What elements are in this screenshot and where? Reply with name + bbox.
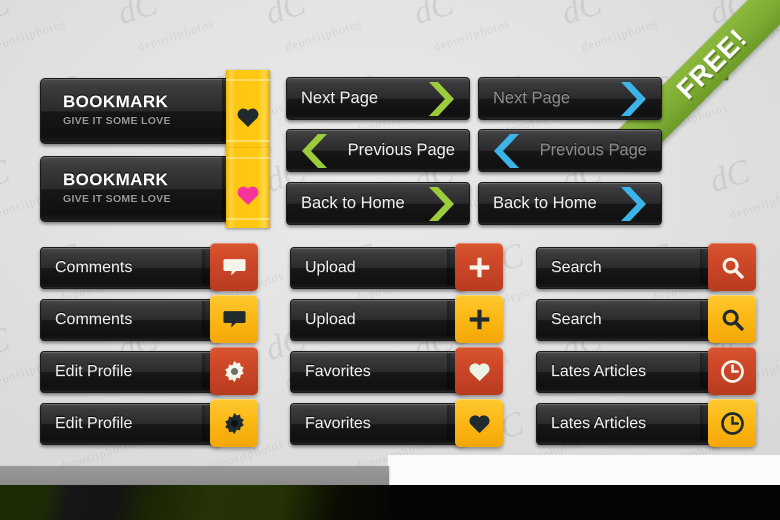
- bookmark-ribbon-line-bottom: [226, 140, 270, 142]
- icon-button-tab[interactable]: [455, 347, 503, 395]
- bookmark-title: BOOKMARK: [63, 170, 169, 189]
- icon-button-body: Upload: [290, 299, 467, 341]
- speech-bubble-icon: [222, 307, 247, 332]
- speech-bubble-icon: [222, 255, 247, 280]
- nav-button[interactable]: Next Page: [286, 77, 470, 120]
- icon-button-label: Search: [551, 259, 602, 276]
- nav-button-label: Next Page: [301, 89, 379, 107]
- chevron-right-icon: [427, 79, 461, 119]
- icon-button[interactable]: Lates Articles: [536, 399, 756, 447]
- icon-button-body: Edit Profile: [40, 403, 222, 445]
- nav-button[interactable]: Back to Home: [478, 182, 662, 225]
- nav-button-label: Next Page: [493, 89, 571, 107]
- chevron-right-icon: [619, 184, 653, 224]
- icon-button-body: Edit Profile: [40, 351, 222, 393]
- nav-button-label: Previous Page: [347, 141, 455, 159]
- magnifier-icon: [720, 255, 745, 280]
- icon-button[interactable]: Upload: [290, 295, 503, 343]
- background-bottom-green: [0, 485, 389, 520]
- nav-button[interactable]: Previous Page: [286, 129, 470, 172]
- nav-button[interactable]: Next Page: [478, 77, 662, 120]
- icon-button[interactable]: Comments: [40, 295, 258, 343]
- nav-button-label: Previous Page: [539, 141, 647, 159]
- nav-button[interactable]: Back to Home: [286, 182, 470, 225]
- icon-button-label: Favorites: [305, 415, 371, 432]
- bookmark-subtitle: GIVE IT SOME LOVE: [63, 115, 171, 127]
- icon-button-body: Lates Articles: [536, 351, 720, 393]
- plus-icon: [467, 255, 492, 280]
- icon-button-tab[interactable]: [210, 295, 258, 343]
- icon-button-body: Search: [536, 247, 720, 289]
- icon-button-label: Lates Articles: [551, 415, 647, 432]
- heart-icon: [235, 104, 261, 130]
- icon-button-label: Lates Articles: [551, 363, 647, 380]
- icon-button[interactable]: Search: [536, 243, 756, 291]
- nav-button[interactable]: Previous Page: [478, 129, 662, 172]
- icon-button-body: Comments: [40, 247, 222, 289]
- icon-button[interactable]: Comments: [40, 243, 258, 291]
- background-white-strip: [389, 455, 780, 486]
- heart-icon: [467, 411, 492, 436]
- bookmark-ribbon-line-bottom: [226, 218, 270, 220]
- nav-button-label: Back to Home: [301, 194, 405, 212]
- icon-button-label: Edit Profile: [55, 363, 133, 380]
- plus-icon: [467, 307, 492, 332]
- chevron-left-icon: [295, 131, 329, 171]
- magnifier-icon: [720, 307, 745, 332]
- icon-button-label: Search: [551, 311, 602, 328]
- clock-icon: [720, 359, 745, 384]
- nav-button-label: Back to Home: [493, 194, 597, 212]
- icon-button-label: Comments: [55, 259, 133, 276]
- icon-button-body: Favorites: [290, 403, 467, 445]
- clock-icon: [720, 411, 745, 436]
- bookmark-text-block: BOOKMARK GIVE IT SOME LOVE: [63, 92, 171, 127]
- icon-button[interactable]: Favorites: [290, 399, 503, 447]
- background-grey-bar: [0, 466, 389, 485]
- icon-button[interactable]: Lates Articles: [536, 347, 756, 395]
- icon-button-body: Upload: [290, 247, 467, 289]
- icon-button-tab[interactable]: [708, 399, 756, 447]
- icon-button-tab[interactable]: [210, 399, 258, 447]
- icon-button[interactable]: Search: [536, 295, 756, 343]
- bookmark-subtitle: GIVE IT SOME LOVE: [63, 193, 171, 205]
- icon-button[interactable]: Favorites: [290, 347, 503, 395]
- icon-button[interactable]: Upload: [290, 243, 503, 291]
- chevron-right-icon: [619, 79, 653, 119]
- gear-icon: [222, 411, 247, 436]
- bookmark-button[interactable]: BOOKMARK GIVE IT SOME LOVE: [40, 148, 272, 228]
- heart-icon: [235, 182, 261, 208]
- icon-button-tab[interactable]: [455, 399, 503, 447]
- icon-button-tab[interactable]: [708, 347, 756, 395]
- icon-button-label: Upload: [305, 311, 356, 328]
- bookmark-ribbon-line-top: [226, 79, 270, 81]
- icon-button-tab[interactable]: [708, 295, 756, 343]
- icon-button-label: Edit Profile: [55, 415, 133, 432]
- icon-button-body: Favorites: [290, 351, 467, 393]
- icon-button-body: Search: [536, 299, 720, 341]
- icon-button-label: Upload: [305, 259, 356, 276]
- icon-button-tab[interactable]: [708, 243, 756, 291]
- gear-icon: [222, 359, 247, 384]
- chevron-right-icon: [427, 184, 461, 224]
- bookmark-text-block: BOOKMARK GIVE IT SOME LOVE: [63, 170, 171, 205]
- heart-icon: [467, 359, 492, 384]
- icon-button-tab[interactable]: [210, 347, 258, 395]
- icon-button-label: Comments: [55, 311, 133, 328]
- chevron-left-icon: [487, 131, 521, 171]
- icon-button-tab[interactable]: [455, 295, 503, 343]
- icon-button[interactable]: Edit Profile: [40, 347, 258, 395]
- screenshot-stage: dCdepositphotosdCdepositphotosdCdepositp…: [0, 0, 780, 520]
- icon-button-body: Comments: [40, 299, 222, 341]
- bookmark-ribbon[interactable]: [226, 70, 270, 150]
- icon-button-body: Lates Articles: [536, 403, 720, 445]
- icon-button-label: Favorites: [305, 363, 371, 380]
- icon-button[interactable]: Edit Profile: [40, 399, 258, 447]
- bookmark-title: BOOKMARK: [63, 92, 169, 111]
- icon-button-tab[interactable]: [210, 243, 258, 291]
- bookmark-ribbon-line-top: [226, 157, 270, 159]
- bookmark-button[interactable]: BOOKMARK GIVE IT SOME LOVE: [40, 70, 272, 150]
- bookmark-ribbon[interactable]: [226, 148, 270, 228]
- icon-button-tab[interactable]: [455, 243, 503, 291]
